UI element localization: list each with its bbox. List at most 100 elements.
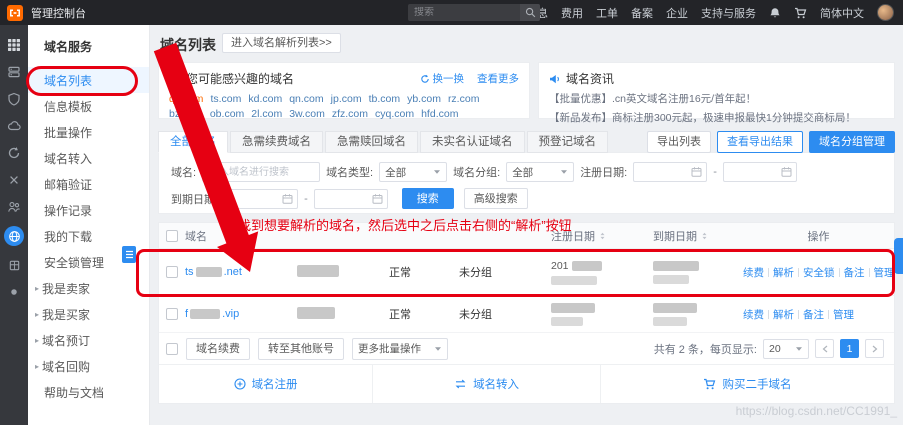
domain-suggestion[interactable]: 3w.com xyxy=(289,108,325,120)
domain-filter-input[interactable] xyxy=(202,162,321,182)
topbar-item-billing[interactable]: 费用 xyxy=(561,5,583,21)
tab-redeem-urgent[interactable]: 急需赎回域名 xyxy=(325,131,418,153)
close-icon[interactable] xyxy=(6,172,22,188)
next-page-button[interactable] xyxy=(865,339,884,358)
renew-link[interactable]: 续费 xyxy=(743,307,764,322)
register-domain-link[interactable]: 域名注册 xyxy=(159,365,372,403)
domain-suggestion[interactable]: qd.com xyxy=(169,93,203,105)
remark-link[interactable]: 备注 xyxy=(844,265,865,280)
domain-name-link[interactable]: f .vip xyxy=(185,308,297,320)
tab-all-domains[interactable]: 全部域名 xyxy=(158,131,228,153)
sidebar-item-operation-log[interactable]: 操作记录 xyxy=(28,197,149,223)
domain-suggestion[interactable]: rz.com xyxy=(448,93,480,105)
tab-renew-urgent[interactable]: 急需续费域名 xyxy=(230,131,323,153)
batch-transfer-button[interactable]: 转至其他账号 xyxy=(258,337,344,360)
domain-suggestion[interactable]: bz.com xyxy=(169,108,203,120)
manage-link[interactable]: 管理 xyxy=(874,265,895,280)
transfer-in-link[interactable]: 域名转入 xyxy=(372,365,600,403)
renew-link[interactable]: 续费 xyxy=(743,265,764,280)
search-input[interactable] xyxy=(408,7,520,18)
news-item[interactable]: 【新品发布】商标注册300元起，极速申报最快1分钟提交商标局！ xyxy=(549,110,884,125)
reg-date-start-input[interactable] xyxy=(633,162,708,182)
refresh-domains-link[interactable]: 换一换 xyxy=(420,71,464,86)
domain-suggestion[interactable]: tb.com xyxy=(369,93,401,105)
sidebar-item-help-docs[interactable]: 帮助与文档 xyxy=(28,379,149,405)
domain-suggestion[interactable]: zfz.com xyxy=(332,108,368,120)
sort-icon[interactable] xyxy=(598,231,607,241)
topbar-item-icp[interactable]: 备案 xyxy=(631,5,653,21)
sidebar-item-email-verify[interactable]: 邮箱验证 xyxy=(28,171,149,197)
reg-date-end-input[interactable] xyxy=(722,162,797,182)
server-icon[interactable] xyxy=(6,64,22,80)
console-logo-icon[interactable] xyxy=(7,4,23,21)
globe-icon[interactable] xyxy=(4,226,24,246)
domain-suggestion[interactable]: yb.com xyxy=(407,93,441,105)
sidebar-item-domain-preorder[interactable]: 域名预订 xyxy=(28,327,149,353)
current-page-button[interactable]: 1 xyxy=(840,339,859,358)
sidebar-item-label: 我的下载 xyxy=(44,229,93,244)
search-button[interactable]: 搜索 xyxy=(401,188,454,209)
sidebar-item-info-template[interactable]: 信息模板 xyxy=(28,93,149,119)
tab-preregister[interactable]: 预登记域名 xyxy=(526,131,608,153)
topbar-item-tickets[interactable]: 工单 xyxy=(596,5,618,21)
sidebar-item-batch-operation[interactable]: 批量操作 xyxy=(28,119,149,145)
news-item[interactable]: 【批量优惠】.cn英文域名注册16元/首年起！ xyxy=(549,91,884,106)
tab-unverified[interactable]: 未实名认证域名 xyxy=(420,131,525,153)
prev-page-button[interactable] xyxy=(815,339,834,358)
sidebar-item-seller[interactable]: 我是卖家 xyxy=(28,275,149,301)
user-avatar[interactable] xyxy=(877,4,894,21)
advanced-search-button[interactable]: 高级搜索 xyxy=(463,188,528,209)
sidebar-item-domain-transfer-in[interactable]: 域名转入 xyxy=(28,145,149,171)
package-icon[interactable] xyxy=(6,257,22,273)
dns-list-button[interactable]: 进入域名解析列表>> xyxy=(222,33,341,53)
cart-icon[interactable] xyxy=(794,7,807,19)
domain-suggestion[interactable]: jp.com xyxy=(331,93,362,105)
domain-suggestion[interactable]: 2l.com xyxy=(251,108,282,120)
topbar-item-enterprise[interactable]: 企业 xyxy=(666,5,688,21)
type-select[interactable]: 全部 xyxy=(379,162,448,182)
bell-icon[interactable] xyxy=(769,7,781,19)
record-dot-icon[interactable] xyxy=(6,284,22,300)
expire-date-start-input[interactable] xyxy=(224,188,299,209)
see-more-link[interactable]: 查看更多 xyxy=(477,71,519,86)
sidebar-item-domain-buyback[interactable]: 域名回购 xyxy=(28,353,149,379)
sidebar-item-buyer[interactable]: 我是买家 xyxy=(28,301,149,327)
collapse-handle[interactable] xyxy=(122,246,136,263)
manage-link[interactable]: 管理 xyxy=(833,307,854,322)
domain-suggestion[interactable]: hfd.com xyxy=(421,108,458,120)
page-size-select[interactable]: 20 xyxy=(763,338,809,359)
batch-select-checkbox[interactable] xyxy=(166,342,178,355)
row-checkbox[interactable] xyxy=(166,308,178,320)
cloud-icon[interactable] xyxy=(6,118,22,134)
feedback-tab[interactable] xyxy=(894,238,903,274)
row-checkbox[interactable] xyxy=(166,266,178,278)
apps-grid-icon[interactable] xyxy=(6,37,22,53)
resolve-link[interactable]: 解析 xyxy=(773,265,794,280)
export-list-button[interactable]: 导出列表 xyxy=(647,131,711,153)
refresh-icon[interactable] xyxy=(6,145,22,161)
group-select[interactable]: 全部 xyxy=(506,162,575,182)
team-icon[interactable] xyxy=(6,199,22,215)
expire-date-end-input[interactable] xyxy=(313,188,388,209)
remark-link[interactable]: 备注 xyxy=(803,307,824,322)
domain-suggestion[interactable]: ob.com xyxy=(210,108,244,120)
domain-suggestion[interactable]: kd.com xyxy=(248,93,282,105)
search-icon[interactable] xyxy=(520,4,540,21)
domain-suggestion[interactable]: ts.com xyxy=(210,93,241,105)
export-result-button[interactable]: 查看导出结果 xyxy=(717,131,803,153)
group-manage-button[interactable]: 域名分组管理 xyxy=(809,131,895,153)
buy-domain-link[interactable]: 购买二手域名 xyxy=(599,365,894,403)
domain-name-link[interactable]: ts .net xyxy=(185,266,297,278)
domain-suggestion[interactable]: cyq.com xyxy=(375,108,414,120)
shield-icon[interactable] xyxy=(6,91,22,107)
resolve-link[interactable]: 解析 xyxy=(773,307,794,322)
security-lock-link[interactable]: 安全锁 xyxy=(803,265,835,280)
batch-renew-button[interactable]: 域名续费 xyxy=(186,337,250,360)
language-switch[interactable]: 简体中文 xyxy=(820,5,864,21)
sort-icon[interactable] xyxy=(700,231,709,241)
more-batch-actions-select[interactable]: 更多批量操作 xyxy=(352,337,448,360)
topbar-item-support[interactable]: 支持与服务 xyxy=(701,5,756,21)
domain-suggestion[interactable]: qn.com xyxy=(289,93,323,105)
select-all-checkbox[interactable] xyxy=(166,229,178,242)
sidebar-item-domain-list[interactable]: 域名列表 xyxy=(28,67,149,93)
